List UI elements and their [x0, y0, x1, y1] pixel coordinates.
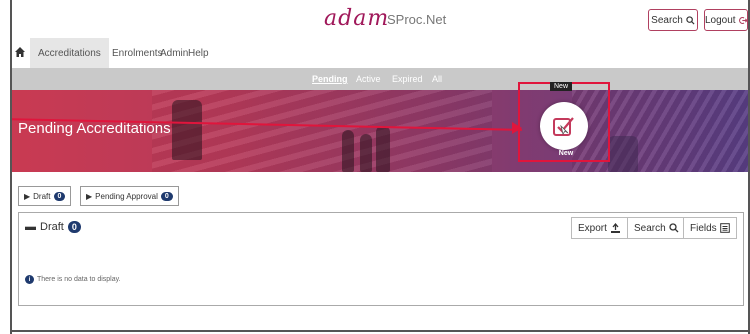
banner-photo-texture [152, 90, 492, 172]
tab-label: Active [356, 74, 381, 84]
annotation-arrow-head [512, 122, 522, 134]
logout-button[interactable]: Logout [704, 9, 748, 31]
export-label: Export [578, 222, 607, 234]
export-icon [610, 222, 620, 233]
photo-figure [342, 130, 354, 172]
tab-label: Pending [312, 74, 348, 84]
draft-panel: ▬ Draft 0 Export Search Fields i There i… [18, 212, 744, 306]
nav-item-help[interactable]: Help [180, 38, 217, 68]
photo-figure [172, 100, 202, 160]
logout-icon [738, 16, 747, 24]
window-bottom-border [12, 330, 748, 332]
tab-active[interactable]: Active [356, 68, 381, 90]
adam-logo[interactable]: adam [324, 6, 389, 31]
photo-bench [608, 136, 638, 172]
fields-label: Fields [690, 222, 717, 234]
logout-label: Logout [705, 14, 736, 26]
tab-label: Expired [392, 74, 423, 84]
draft-filter-button[interactable]: ▶ Draft 0 [18, 186, 72, 206]
header-search-button[interactable]: Search [648, 9, 698, 31]
new-button-label: New [558, 150, 574, 157]
checklist-icon [553, 117, 574, 136]
tab-label: All [432, 74, 443, 84]
draft-count-badge: 0 [53, 191, 66, 201]
draft-filter-label: Draft [33, 191, 51, 201]
top-header: adam SProc.Net Search Logout [12, 0, 748, 38]
nav-item-label: Help [188, 47, 209, 59]
panel-search-label: Search [634, 222, 666, 234]
panel-count-badge: 0 [67, 221, 81, 233]
list-icon [719, 223, 730, 233]
pending-count-badge: 0 [160, 191, 173, 201]
hero-banner: Pending Accreditations [12, 90, 748, 172]
export-button[interactable]: Export [571, 217, 628, 239]
pending-filter-label: Pending Approval [95, 191, 158, 201]
panel-search-button[interactable]: Search [627, 217, 686, 239]
nav-item-accreditations[interactable]: Accreditations [30, 38, 109, 68]
main-nav: Accreditations Enrolments Admin Help [12, 38, 748, 68]
new-accreditation-button[interactable] [540, 102, 588, 150]
header-search-label: Search [651, 14, 683, 26]
search-icon [686, 15, 695, 25]
empty-state: i There is no data to display. [25, 275, 121, 284]
new-tooltip: New [550, 82, 573, 91]
new-button-highlight: New New [518, 82, 610, 162]
search-icon [669, 223, 679, 233]
tab-all[interactable]: All [432, 68, 442, 90]
panel-title: Draft [40, 221, 64, 233]
nav-item-label: Accreditations [38, 47, 101, 59]
status-tabs: Pending Active Expired All [12, 68, 748, 90]
app-window: adam SProc.Net Search Logout Accreditati… [10, 0, 750, 334]
home-icon[interactable] [14, 46, 26, 58]
caret-right-icon: ▶ [24, 191, 31, 201]
fields-button[interactable]: Fields [683, 217, 737, 239]
pending-approval-filter-button[interactable]: ▶ Pending Approval 0 [80, 186, 179, 206]
tab-expired[interactable]: Expired [392, 68, 423, 90]
product-name: SProc.Net [387, 12, 447, 27]
photo-figure [376, 126, 390, 172]
photo-figure [360, 134, 372, 172]
collapse-icon: ▬ [25, 221, 36, 233]
panel-header[interactable]: ▬ Draft 0 [25, 221, 81, 233]
caret-right-icon: ▶ [86, 191, 93, 201]
empty-message: There is no data to display. [37, 276, 121, 283]
tab-pending[interactable]: Pending [312, 68, 348, 90]
info-icon: i [25, 275, 34, 284]
